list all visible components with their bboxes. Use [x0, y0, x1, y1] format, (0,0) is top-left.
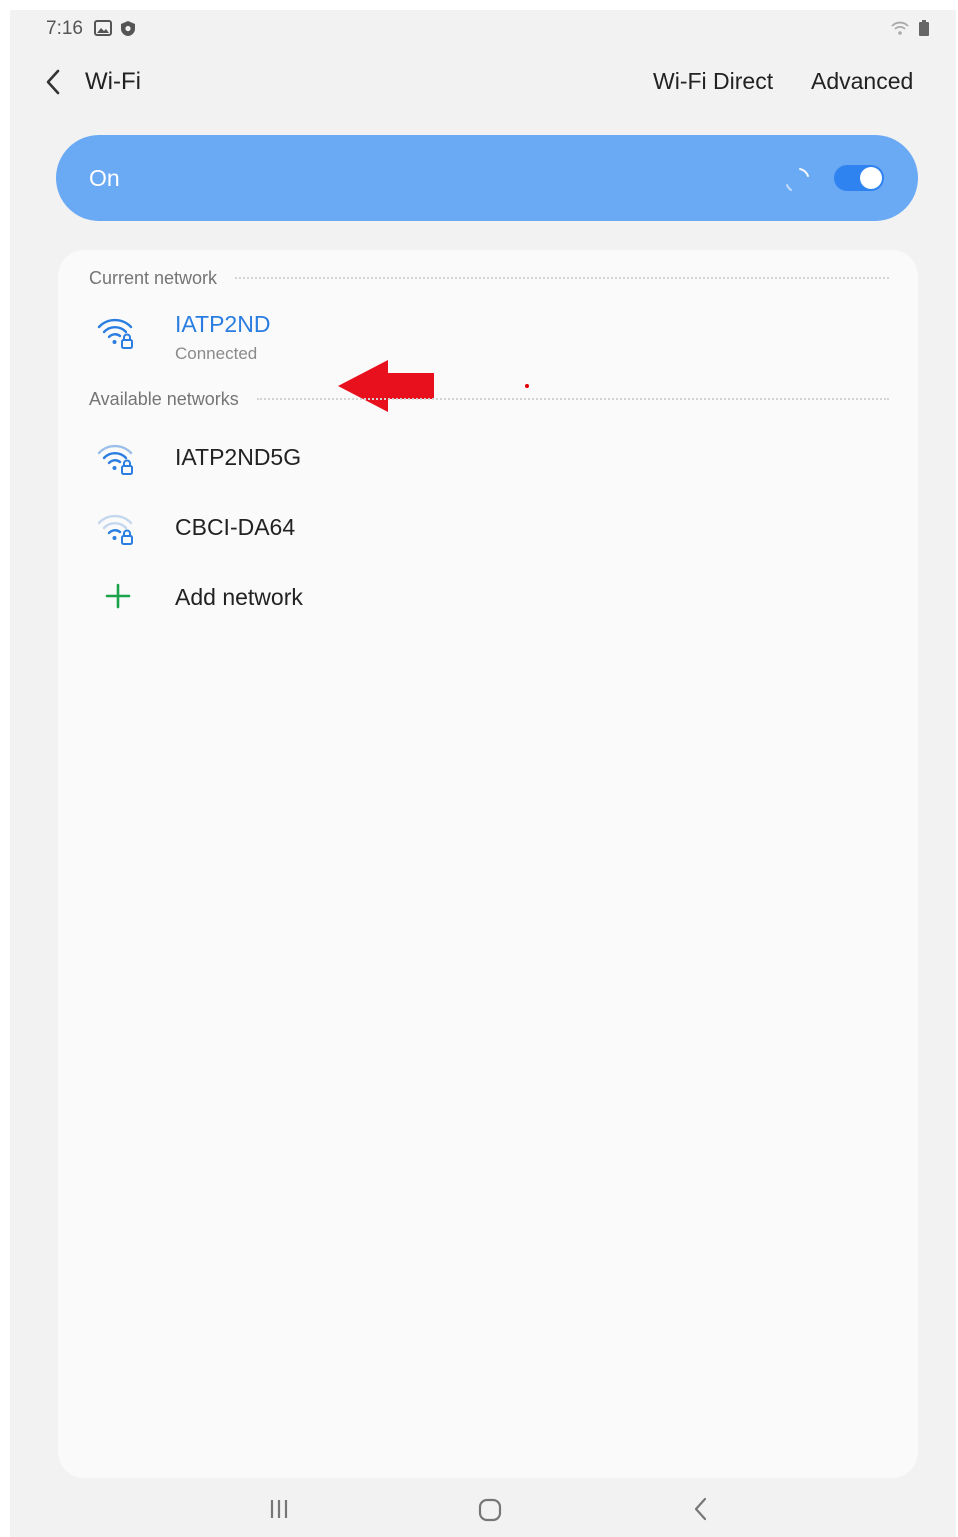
home-icon[interactable]	[476, 1496, 504, 1529]
divider	[256, 398, 889, 400]
current-network-row[interactable]: IATP2ND Connected	[58, 300, 918, 412]
back-button[interactable]	[36, 64, 72, 100]
shield-icon	[120, 20, 136, 42]
current-network-label: Current network	[89, 267, 218, 288]
network-row-cbci-da64[interactable]: CBCI-DA64	[58, 500, 918, 570]
wifi-status-icon	[890, 20, 910, 41]
divider	[235, 277, 889, 279]
loading-spinner-icon	[782, 165, 812, 200]
current-network-name: IATP2ND	[175, 311, 271, 337]
wifi-direct-button[interactable]: Wi-Fi Direct	[653, 68, 773, 95]
wifi-switch[interactable]	[834, 165, 884, 191]
wifi-lock-icon	[96, 440, 136, 481]
battery-icon	[918, 20, 930, 41]
recent-apps-icon[interactable]	[266, 1496, 292, 1527]
app-bar: Wi-Fi Wi-Fi Direct Advanced	[10, 56, 956, 112]
wifi-master-toggle[interactable]: On	[56, 135, 918, 221]
screen: 7:16 Wi-Fi Wi-Fi Direct Advanced On Curr…	[10, 10, 956, 1537]
add-network-row[interactable]: Add network	[58, 570, 918, 640]
master-toggle-label: On	[89, 165, 120, 191]
network-name: CBCI-DA64	[175, 514, 296, 540]
network-name: IATP2ND5G	[175, 444, 302, 470]
wifi-lock-icon	[96, 314, 136, 355]
plus-icon	[104, 582, 132, 615]
status-time: 7:16	[46, 18, 83, 39]
navigation-bar	[10, 1486, 956, 1537]
current-network-status: Connected	[175, 344, 258, 363]
wifi-lock-icon	[96, 510, 136, 551]
advanced-button[interactable]: Advanced	[811, 68, 913, 95]
gallery-icon	[94, 20, 112, 41]
page-title: Wi-Fi	[85, 68, 141, 95]
current-network-header: Current network	[89, 266, 889, 290]
switch-knob	[860, 167, 882, 189]
status-bar: 7:16	[10, 10, 956, 46]
add-network-label: Add network	[175, 584, 303, 610]
back-icon[interactable]	[688, 1496, 714, 1527]
chevron-left-icon	[46, 69, 60, 95]
available-networks-header: Available networks	[89, 387, 889, 411]
networks-card: Current network IATP2ND Connected Availa…	[58, 250, 918, 1478]
network-row-iatp2nd5g[interactable]: IATP2ND5G	[58, 430, 918, 500]
available-networks-label: Available networks	[89, 388, 239, 409]
